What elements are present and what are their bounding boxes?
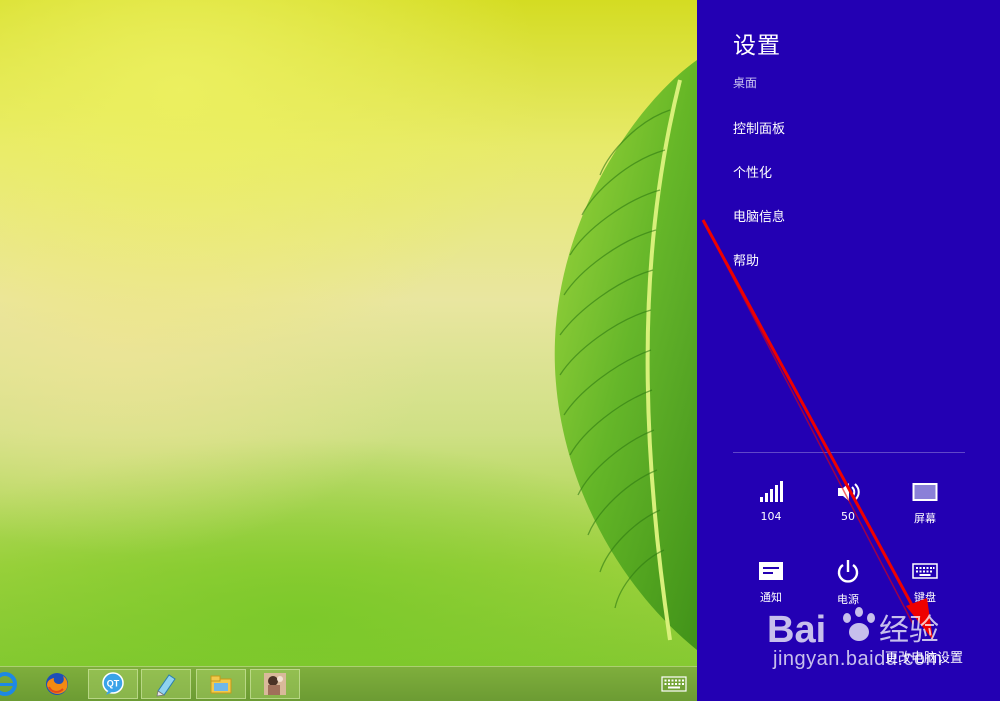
notifications-label: 通知 xyxy=(760,591,782,604)
settings-context-label: 桌面 xyxy=(733,76,758,90)
screen: QT 设置 桌面 控制面板 个性化 电脑信息 帮助 104 50 屏幕 通知 电… xyxy=(0,0,1000,701)
notepad-icon xyxy=(156,674,176,697)
change-pc-settings-link[interactable]: 更改电脑设置 xyxy=(885,647,963,666)
speaker-volume-icon xyxy=(838,483,860,501)
taskbar-internet-explorer[interactable] xyxy=(0,669,30,699)
keyboard-tile[interactable]: 键盘 xyxy=(895,559,955,619)
internet-explorer-icon xyxy=(0,672,17,696)
power-tile[interactable]: 电源 xyxy=(818,559,878,619)
power-label: 电源 xyxy=(837,593,859,606)
keyboard-label: 键盘 xyxy=(914,591,936,604)
taskbar-file-explorer[interactable] xyxy=(196,669,246,699)
notifications-tile[interactable]: 通知 xyxy=(741,559,801,619)
svg-text:QT: QT xyxy=(107,679,120,689)
desktop-wallpaper xyxy=(0,0,697,666)
taskbar-photo-app[interactable] xyxy=(250,669,300,699)
taskbar-notepad-app[interactable] xyxy=(141,669,191,699)
settings-title: 设置 xyxy=(733,33,781,59)
taskbar-firefox[interactable] xyxy=(32,669,82,699)
leaf-wallpaper-image xyxy=(554,60,697,650)
network-label: 104 xyxy=(760,510,782,523)
qt-chat-icon: QT xyxy=(102,672,124,695)
notifications-icon xyxy=(759,562,783,580)
pc-info-link[interactable]: 电脑信息 xyxy=(733,206,785,225)
control-panel-link[interactable]: 控制面板 xyxy=(733,118,785,137)
screen-brightness-icon xyxy=(912,483,938,501)
quick-settings-divider xyxy=(733,452,965,453)
help-link[interactable]: 帮助 xyxy=(733,250,759,269)
keyboard-icon xyxy=(912,563,938,579)
network-signal-icon xyxy=(760,481,783,502)
folder-icon xyxy=(210,675,232,694)
taskbar-qt-messenger[interactable]: QT xyxy=(88,669,138,699)
taskbar: QT xyxy=(0,666,697,701)
network-tile[interactable]: 104 xyxy=(741,480,801,540)
settings-charm-pane: 设置 桌面 控制面板 个性化 电脑信息 帮助 104 50 屏幕 通知 电源 键… xyxy=(697,0,1000,701)
touch-keyboard-icon[interactable] xyxy=(661,676,687,692)
volume-tile[interactable]: 50 xyxy=(818,480,878,540)
personalization-link[interactable]: 个性化 xyxy=(733,162,772,181)
firefox-icon xyxy=(46,673,68,695)
power-icon xyxy=(837,560,859,583)
screen-tile[interactable]: 屏幕 xyxy=(895,480,955,540)
photo-thumbnail-icon xyxy=(264,673,286,695)
screen-label: 屏幕 xyxy=(914,512,936,525)
volume-label: 50 xyxy=(841,510,855,523)
